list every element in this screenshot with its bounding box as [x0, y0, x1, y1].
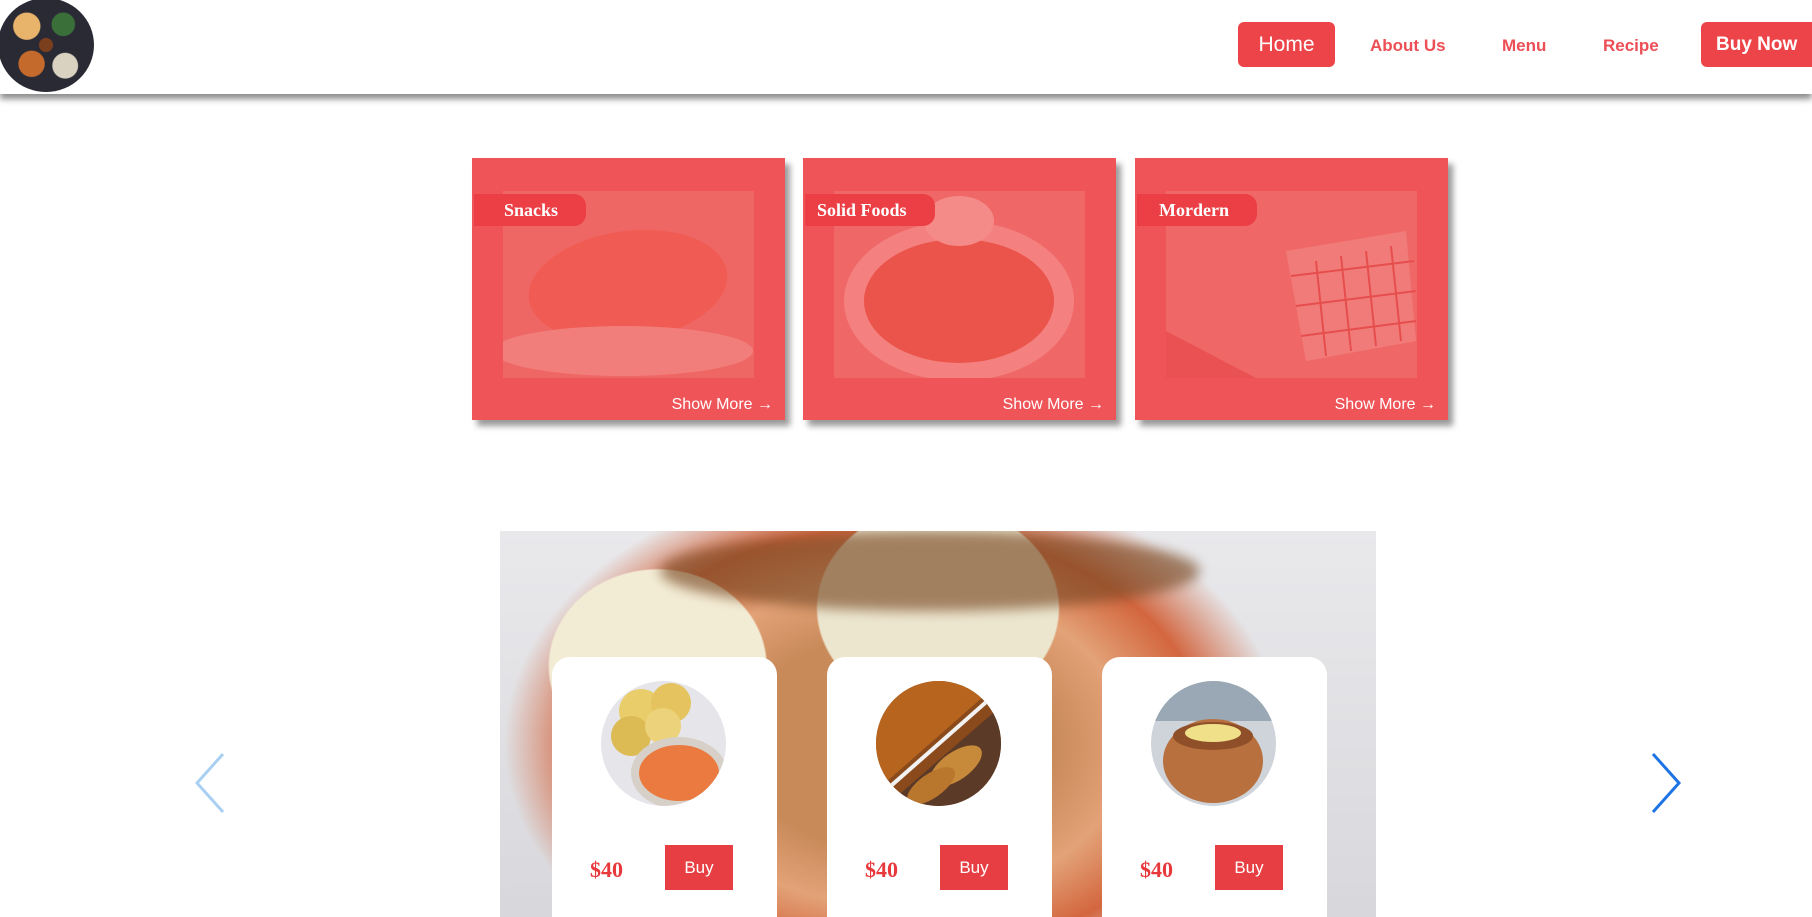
category-title: Snacks — [474, 194, 587, 226]
show-more-link[interactable]: Show More → — [1003, 396, 1104, 414]
category-card-mordern[interactable]: Mordern Show More → — [1135, 158, 1448, 420]
nav-about-link[interactable]: About Us — [1370, 36, 1446, 56]
chevron-right-icon[interactable] — [1645, 750, 1685, 816]
show-more-link[interactable]: Show More → — [672, 396, 773, 414]
buy-button[interactable]: Buy — [1215, 845, 1283, 890]
buy-button[interactable]: Buy — [665, 845, 733, 890]
nav-menu-link[interactable]: Menu — [1502, 36, 1546, 56]
category-card-solid-foods[interactable]: Solid Foods Show More → — [803, 158, 1116, 420]
nav-recipe-link[interactable]: Recipe — [1603, 36, 1659, 56]
product-card: $40 Buy — [552, 657, 777, 917]
category-card-snacks[interactable]: Snacks Show More → — [472, 158, 785, 420]
category-title: Mordern — [1137, 194, 1257, 226]
chevron-left-icon[interactable] — [191, 750, 231, 816]
show-more-link[interactable]: Show More → — [1335, 396, 1436, 414]
product-card: $40 Buy — [1102, 657, 1327, 917]
category-title: Solid Foods — [805, 194, 935, 226]
product-price: $40 — [865, 857, 898, 882]
product-card: $40 Buy — [827, 657, 1052, 917]
nav-home-button[interactable]: Home — [1238, 22, 1335, 67]
product-image — [1151, 681, 1276, 806]
logo-image[interactable] — [0, 0, 94, 92]
buy-now-button[interactable]: Buy Now — [1701, 22, 1812, 67]
product-image — [601, 681, 726, 806]
product-image — [876, 681, 1001, 806]
product-price: $40 — [590, 857, 623, 882]
buy-button[interactable]: Buy — [940, 845, 1008, 890]
site-header: Home About Us Menu Recipe Buy Now — [0, 0, 1812, 94]
product-price: $40 — [1140, 857, 1173, 882]
